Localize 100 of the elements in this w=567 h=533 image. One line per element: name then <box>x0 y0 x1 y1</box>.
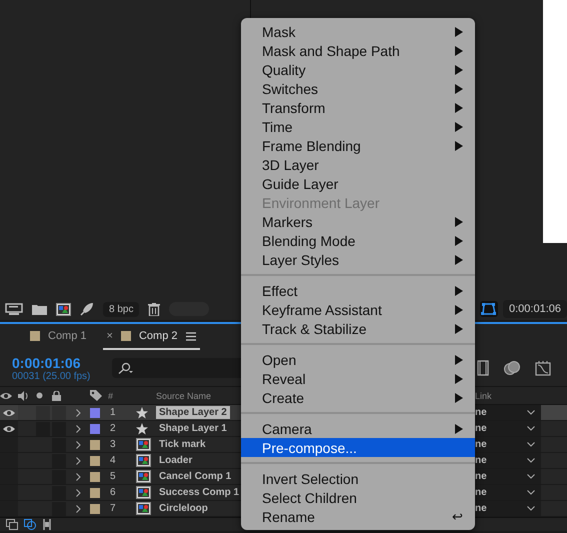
chevron-down-icon <box>527 474 535 479</box>
switch-cell[interactable] <box>52 406 66 420</box>
switch-cell[interactable] <box>36 422 50 436</box>
menu-item-label: Blending Mode <box>262 232 356 248</box>
label-tag-icon <box>90 390 102 401</box>
menu-item[interactable]: Select Children <box>241 488 475 507</box>
switch-cell[interactable] <box>36 406 50 420</box>
eye-icon[interactable] <box>3 408 15 416</box>
frame-count: 00031 (25.00 fps) <box>12 370 92 382</box>
menu-item[interactable]: Reveal <box>241 369 475 388</box>
menu-item-label: Invert Selection <box>262 470 358 486</box>
column-header: Link <box>475 390 492 400</box>
layer-name[interactable]: Shape Layer 1 <box>156 422 230 435</box>
label-color-swatch[interactable] <box>90 504 100 514</box>
comp-tab[interactable]: × Comp 2 <box>102 330 200 350</box>
layer-number: 6 <box>109 487 117 498</box>
label-color-swatch[interactable] <box>90 440 100 450</box>
layer-name[interactable]: Loader <box>156 454 196 467</box>
circles-icon[interactable] <box>503 360 521 376</box>
label-color-swatch[interactable] <box>90 408 100 418</box>
menu-item-label: Frame Blending <box>262 138 361 154</box>
menu-item-label: Reveal <box>262 370 306 386</box>
label-color-swatch[interactable] <box>90 424 100 434</box>
close-button[interactable]: × <box>106 330 113 342</box>
menu-item[interactable]: Frame Blending <box>241 136 475 155</box>
menu-item-label: Camera <box>262 420 312 436</box>
speaker-icon <box>18 390 29 400</box>
layer-name[interactable]: Success Comp 1 <box>156 486 242 499</box>
dropdown-value: ne <box>475 471 487 482</box>
overlap-icon[interactable] <box>24 519 36 530</box>
eye-icon[interactable] <box>3 424 15 432</box>
menu-item-label: Switches <box>262 80 318 96</box>
chevron-down-icon <box>527 442 535 447</box>
graph-editor-icon[interactable] <box>535 360 551 376</box>
label-color-swatch[interactable] <box>90 456 100 466</box>
column-header: # <box>108 390 114 400</box>
menu-item[interactable]: Time <box>241 117 475 136</box>
menu-item[interactable]: Blending Mode <box>241 231 475 250</box>
menu-item[interactable]: Layer Styles <box>241 250 475 269</box>
parent-dropdown[interactable]: ne <box>475 453 541 468</box>
layer-name[interactable]: Cancel Comp 1 <box>156 470 234 483</box>
dropdown-value: ne <box>475 503 487 514</box>
menu-item[interactable]: Invert Selection <box>241 469 475 488</box>
chevron-down-icon <box>527 410 535 415</box>
label-color-swatch[interactable] <box>90 472 100 482</box>
column-header: Source Name <box>156 390 212 400</box>
chevron-down-icon <box>527 426 535 431</box>
dropdown-value: ne <box>475 423 487 434</box>
menu-item-label: Effect <box>262 282 298 298</box>
layer-name[interactable]: Circleloop <box>156 502 211 515</box>
dropdown-value: ne <box>475 455 487 466</box>
split-icon[interactable] <box>42 519 52 530</box>
film-icon[interactable] <box>477 360 489 376</box>
layers-icon[interactable] <box>6 519 18 530</box>
menu-item[interactable]: Mask and Shape Path <box>241 41 475 60</box>
chevron-down-icon <box>527 506 535 511</box>
current-time[interactable]: 0:00:01:06 <box>12 354 108 370</box>
menu-item[interactable]: Effect <box>241 281 475 300</box>
layer-name[interactable]: Tick mark <box>156 438 209 451</box>
menu-item[interactable]: Switches <box>241 79 475 98</box>
menu-item[interactable]: Transform <box>241 98 475 117</box>
parent-dropdown[interactable]: ne <box>475 485 541 500</box>
composition-icon <box>136 438 151 451</box>
menu-item[interactable]: Keyframe Assistant <box>241 300 475 319</box>
menu-item[interactable]: Rename ↩ <box>241 507 475 526</box>
parent-dropdown[interactable]: ne <box>475 469 541 484</box>
composition-icon <box>136 486 151 499</box>
menu-item[interactable]: Markers <box>241 212 475 231</box>
menu-item[interactable]: Camera <box>241 419 475 438</box>
layer-number: 2 <box>109 423 117 434</box>
menu-item-label: Environment Layer <box>262 194 380 210</box>
lock-icon <box>52 390 61 400</box>
parent-dropdown[interactable]: ne <box>475 421 541 436</box>
label-color-swatch[interactable] <box>90 488 100 498</box>
switch-cell[interactable] <box>52 422 66 436</box>
trash-icon[interactable] <box>148 302 160 316</box>
menu-item[interactable]: Pre-compose... <box>241 438 475 457</box>
menu-item[interactable]: 3D Layer <box>241 155 475 174</box>
star-icon <box>136 422 148 434</box>
comp-tab[interactable]: Comp 1 <box>26 330 91 350</box>
menu-icon[interactable] <box>186 332 196 340</box>
menu-item[interactable]: Track & Stabilize <box>241 319 475 338</box>
menu-item[interactable]: Quality <box>241 60 475 79</box>
folder-icon[interactable] <box>32 303 47 315</box>
menu-item[interactable]: Create <box>241 388 475 407</box>
monitor-icon[interactable] <box>5 303 23 315</box>
layer-name[interactable]: Shape Layer 2 <box>156 406 230 419</box>
parent-dropdown[interactable]: ne <box>475 437 541 452</box>
mask-icon[interactable] <box>480 301 498 317</box>
parent-dropdown[interactable]: ne <box>475 501 541 516</box>
dropdown-value: ne <box>475 487 487 498</box>
tab-label: Comp 2 <box>138 330 178 342</box>
parent-dropdown[interactable]: ne <box>475 405 541 420</box>
solo-icon <box>36 392 43 399</box>
menu-item[interactable]: Mask <box>241 22 475 41</box>
time-display[interactable]: 0:00:01:06 <box>503 300 567 318</box>
bit-depth-button[interactable]: 8 bpc <box>103 302 140 316</box>
menu-item[interactable]: Guide Layer <box>241 174 475 193</box>
menu-item[interactable]: Open <box>241 350 475 369</box>
menu-item-label: 3D Layer <box>262 156 319 172</box>
